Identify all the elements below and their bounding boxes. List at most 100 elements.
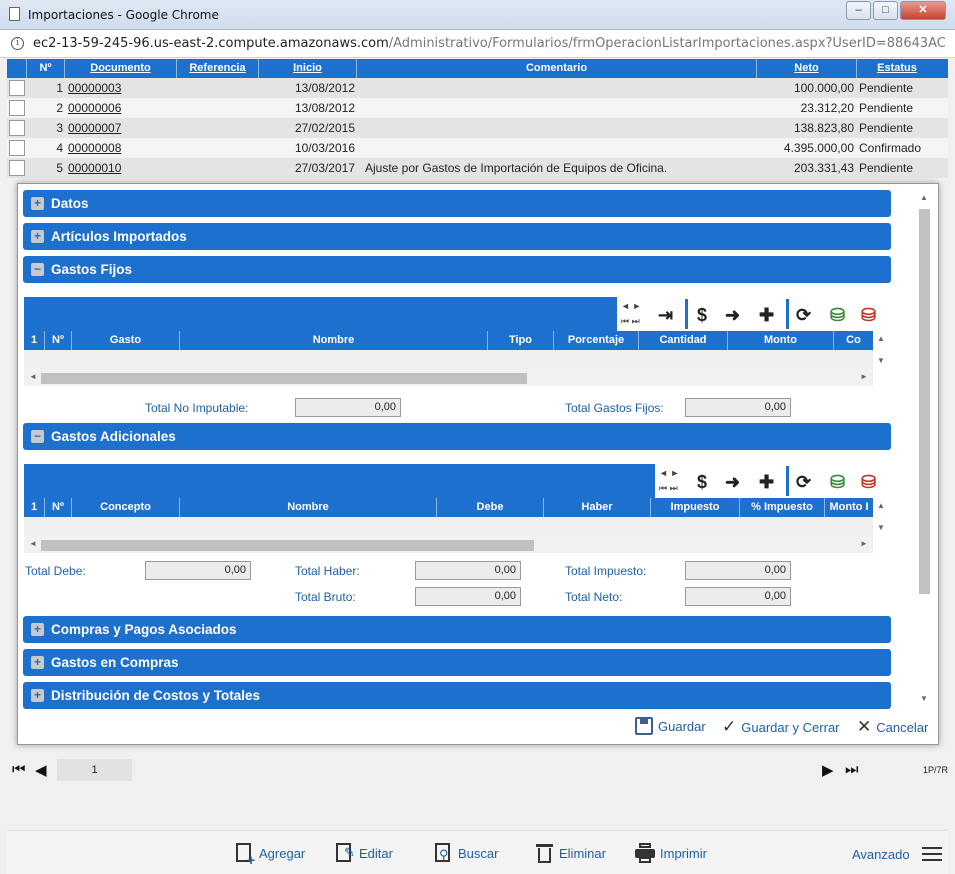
refresh-icon[interactable]: ⟳ [796,305,811,326]
checkbox[interactable] [9,120,25,136]
header-estatus[interactable]: Estatus [857,59,937,78]
scroll-right-icon[interactable]: ► [860,539,868,548]
trash-icon [536,843,554,863]
imprimir-button[interactable]: Imprimir [635,843,707,863]
documento-link[interactable]: 00000006 [65,98,177,118]
nav-prev-next-icon[interactable]: ◄ ► [659,468,679,479]
total-no-imputable-field[interactable]: 0,00 [295,398,401,417]
refresh-icon[interactable]: ⟳ [796,472,811,493]
total-debe-field[interactable]: 0,00 [145,561,251,580]
editar-button[interactable]: ✎ Editar [336,843,393,863]
table-row[interactable]: 4 00000008 10/03/2016 4.395.000,00 Confirmad… [7,138,948,158]
documento-link[interactable]: 00000003 [65,78,177,98]
section-gastos-fijos[interactable]: − Gastos Fijos [23,256,891,283]
eliminar-button[interactable]: Eliminar [536,843,606,863]
forward-arrow-icon[interactable]: ➜ [725,472,740,493]
section-gastos-compras[interactable]: + Gastos en Compras [23,649,891,676]
checkbox[interactable] [9,80,25,96]
table-row[interactable]: 3 00000007 27/02/2015 138.823,80 Pendiente [7,118,948,138]
section-distribucion[interactable]: + Distribución de Costos y Totales [23,682,891,709]
url-text[interactable]: ec2-13-59-245-96.us-east-2.compute.amazo… [33,36,945,51]
gastos-fijos-hscroll[interactable]: ◄ ► [24,368,873,386]
nav-first-last-icon[interactable]: ⏮ ⏭ [621,316,640,327]
buscar-button[interactable]: ⚲ Buscar [435,843,498,863]
scroll-thumb[interactable] [919,209,930,594]
header-inicio[interactable]: Inicio [259,59,357,78]
header-documento[interactable]: Documento [65,59,177,78]
section-compras-pagos[interactable]: + Compras y Pagos Asociados [23,616,891,643]
header-neto[interactable]: Neto [757,59,857,78]
guardar-button[interactable]: Guardar [635,717,706,735]
scroll-up-icon[interactable]: ▲ [920,193,928,202]
section-gastos-adicionales[interactable]: − Gastos Adicionales [23,423,891,450]
gastos-adicionales-hscroll[interactable]: ◄ ► [24,535,873,553]
scroll-left-icon[interactable]: ◄ [29,539,37,548]
neto-cell: 138.823,80 [793,121,854,135]
documento-link[interactable]: 00000007 [65,118,177,138]
address-bar[interactable]: i ec2-13-59-245-96.us-east-2.compute.ama… [0,30,955,58]
scroll-right-icon[interactable]: ► [860,372,868,381]
scroll-down-icon[interactable]: ▼ [877,356,885,365]
next-page-icon[interactable]: ▶ [822,761,834,779]
nav-first-last-icon[interactable]: ⏮ ⏭ [659,483,678,494]
row-select-checkbox[interactable] [7,158,27,178]
row-select-checkbox[interactable] [7,118,27,138]
prev-page-icon[interactable]: ◀ [35,761,47,779]
table-row[interactable]: 2 00000006 13/08/2012 23.312,20 Pendiente [7,98,948,118]
dollar-icon[interactable]: $ [697,305,707,326]
header-referencia[interactable]: Referencia [177,59,259,78]
col-nombre: Nombre [180,331,488,350]
database-import-icon[interactable]: ⛁ [861,305,876,326]
total-bruto-field[interactable]: 0,00 [415,587,521,606]
scroll-up-icon[interactable]: ▲ [877,334,885,343]
documento-link[interactable]: 00000008 [65,138,177,158]
table-row[interactable]: 1 00000003 13/08/2012 100.000,00 Pendiente [7,78,948,98]
total-gastos-fijos-field[interactable]: 0,00 [685,398,791,417]
scroll-down-icon[interactable]: ▼ [877,523,885,532]
row-select-checkbox[interactable] [7,78,27,98]
puzzle-icon[interactable]: ✚ [759,305,774,326]
database-import-icon[interactable]: ⛁ [861,472,876,493]
last-page-icon[interactable]: ⏭ [845,761,859,778]
info-icon[interactable]: i [11,37,24,50]
nav-prev-next-icon[interactable]: ◄ ► [621,301,641,312]
row-select-checkbox[interactable] [7,98,27,118]
agregar-button[interactable]: + Agregar [236,843,305,867]
total-impuesto-field[interactable]: 0,00 [685,561,791,580]
row-select-checkbox[interactable] [7,138,27,158]
puzzle-icon[interactable]: ✚ [759,472,774,493]
checkbox[interactable] [9,160,25,176]
section-articulos[interactable]: + Artículos Importados [23,223,891,250]
table-row[interactable]: 5 00000010 27/03/2017 Ajuste por Gastos de … [7,158,948,178]
checkbox[interactable] [9,140,25,156]
section-datos[interactable]: + Datos [23,190,891,217]
guardar-cerrar-button[interactable]: ✓ Guardar y Cerrar [722,717,840,737]
dollar-icon[interactable]: $ [697,472,707,493]
page-number[interactable]: 1 [57,759,132,781]
checkbox[interactable] [9,100,25,116]
maximize-button[interactable]: □ [873,1,898,20]
comentario-cell [357,78,757,98]
col-select-all[interactable]: 1 [24,331,45,350]
total-neto-field[interactable]: 0,00 [685,587,791,606]
col-select-all[interactable]: 1 [24,498,45,517]
hscroll-thumb[interactable] [41,540,534,551]
avanzado-button[interactable]: Avanzado [852,843,942,865]
minimize-button[interactable]: – [846,1,871,20]
close-button[interactable]: ✕ [900,1,946,20]
first-page-icon[interactable]: ⏮ [12,761,26,778]
documento-link[interactable]: 00000010 [65,158,177,178]
hscroll-thumb[interactable] [41,373,527,384]
col-monto-impuesto: Monto I [829,501,869,513]
total-haber-field[interactable]: 0,00 [415,561,521,580]
database-export-icon[interactable]: ⛁ [830,472,845,493]
cancelar-button[interactable]: ✕ Cancelar [857,717,928,737]
database-export-icon[interactable]: ⛁ [830,305,845,326]
forward-arrow-icon[interactable]: ➜ [725,305,740,326]
scroll-down-icon[interactable]: ▼ [920,694,928,703]
scroll-up-icon[interactable]: ▲ [877,501,885,510]
scroll-left-icon[interactable]: ◄ [29,372,37,381]
expand-icon: + [31,230,44,243]
dialog-scrollbar[interactable]: ▲ ▼ [918,189,931,704]
import-icon[interactable]: ⇥ [658,305,673,326]
